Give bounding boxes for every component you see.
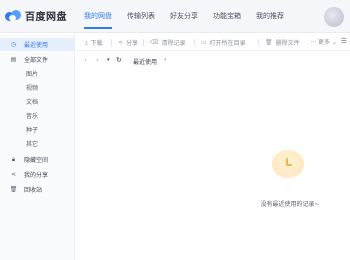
sidebar-sub-other[interactable]: 其它 bbox=[0, 137, 74, 150]
share-button[interactable]: ⋖ 分享 bbox=[118, 38, 138, 47]
lock-icon: 🔒︎ bbox=[11, 155, 16, 163]
sidebar-item-hidden-space[interactable]: 🔒︎ 隐藏空间 bbox=[0, 153, 74, 166]
trash-icon: 🗑︎ bbox=[9, 186, 18, 193]
chevron-down-icon: ⌄ bbox=[331, 39, 337, 46]
back-arrow-icon[interactable]: ‹ bbox=[84, 56, 87, 64]
sidebar-item-recent[interactable]: ◷ 最近使用 bbox=[0, 38, 74, 51]
more-button[interactable]: ··· 更多 ⌄ bbox=[310, 37, 337, 46]
toolbar-divider bbox=[194, 39, 195, 46]
broom-icon: ⌫ bbox=[150, 39, 159, 46]
avatar[interactable] bbox=[324, 7, 344, 27]
nav-my-disk[interactable]: 我的网盘 bbox=[84, 11, 112, 29]
trash-icon: 🗑︎ bbox=[265, 39, 273, 46]
active-tab-underline bbox=[84, 27, 112, 29]
share-icon: ⋖ bbox=[118, 39, 124, 46]
more-dots-icon: ··· bbox=[310, 39, 317, 46]
empty-clock-icon bbox=[272, 150, 304, 178]
sidebar-sub-docs[interactable]: 文档 bbox=[0, 95, 74, 108]
breadcrumb: ‹ › ▾ ↻ 最近使用 › bbox=[76, 52, 350, 68]
sidebar-sub-music[interactable]: 音乐 bbox=[0, 109, 74, 122]
refresh-icon[interactable]: ↻ bbox=[116, 56, 122, 64]
clear-records-button[interactable]: ⌫ 清除记录 bbox=[150, 38, 186, 47]
delete-file-button[interactable]: 🗑︎ 删除文件 bbox=[265, 38, 300, 47]
clock-icon: ◷ bbox=[10, 41, 17, 48]
main-nav: 我的网盘 传输列表 好友分享 功能宝箱 我的推荐 bbox=[84, 11, 284, 29]
toolbar-divider bbox=[143, 39, 144, 46]
sidebar-item-all-files[interactable]: ▤ 全部文件 bbox=[0, 53, 74, 66]
toolbar-divider bbox=[258, 39, 259, 46]
sidebar-item-recycle-bin[interactable]: 🗑︎ 回收站 bbox=[0, 183, 74, 196]
breadcrumb-chevron-icon: › bbox=[164, 56, 167, 63]
download-button[interactable]: ⤓ 下载 bbox=[85, 38, 103, 48]
toolbar: ⤓ 下载 ⋖ 分享 ⌫ 清除记录 ▭ 打开所在目录 🗑︎ 删除文件 ··· 更多… bbox=[76, 34, 350, 51]
cloud-logo-icon bbox=[5, 9, 21, 23]
list-view-icon[interactable]: ☰ bbox=[341, 37, 347, 45]
download-icon: ⤓ bbox=[85, 38, 88, 46]
sidebar-sub-videos[interactable]: 视频 bbox=[0, 81, 74, 94]
nav-recommend[interactable]: 我的推荐 bbox=[256, 11, 284, 21]
open-folder-button[interactable]: ▭ 打开所在目录 bbox=[201, 38, 246, 47]
empty-state-message: 没有最近使用的记录~ bbox=[260, 201, 320, 208]
app-title: 百度网盘 bbox=[25, 12, 67, 23]
sidebar-item-my-share[interactable]: ⋖ 我的分享 bbox=[0, 168, 74, 181]
breadcrumb-current[interactable]: 最近使用 bbox=[133, 57, 157, 66]
sidebar-sub-images[interactable]: 图片 bbox=[0, 67, 74, 80]
share-icon: ⋖ bbox=[10, 171, 17, 178]
forward-arrow-icon[interactable]: › bbox=[96, 56, 99, 64]
app-logo[interactable]: 百度网盘 bbox=[5, 8, 67, 23]
nav-friend-share[interactable]: 好友分享 bbox=[170, 11, 198, 21]
file-icon: ▤ bbox=[10, 56, 17, 63]
sidebar-sub-torrents[interactable]: 种子 bbox=[0, 123, 74, 136]
dropdown-caret-icon[interactable]: ▾ bbox=[107, 57, 110, 63]
top-bar: 百度网盘 我的网盘 传输列表 好友分享 功能宝箱 我的推荐 bbox=[0, 0, 350, 33]
nav-transfer-list[interactable]: 传输列表 bbox=[127, 11, 155, 21]
toolbar-divider bbox=[111, 39, 112, 46]
folder-icon: ▭ bbox=[201, 39, 207, 46]
nav-toolbox[interactable]: 功能宝箱 bbox=[213, 11, 241, 21]
sidebar: ◷ 最近使用 ▤ 全部文件 图片 视频 文档 音乐 种子 其它 🔒︎ 隐藏空间 … bbox=[0, 34, 75, 260]
